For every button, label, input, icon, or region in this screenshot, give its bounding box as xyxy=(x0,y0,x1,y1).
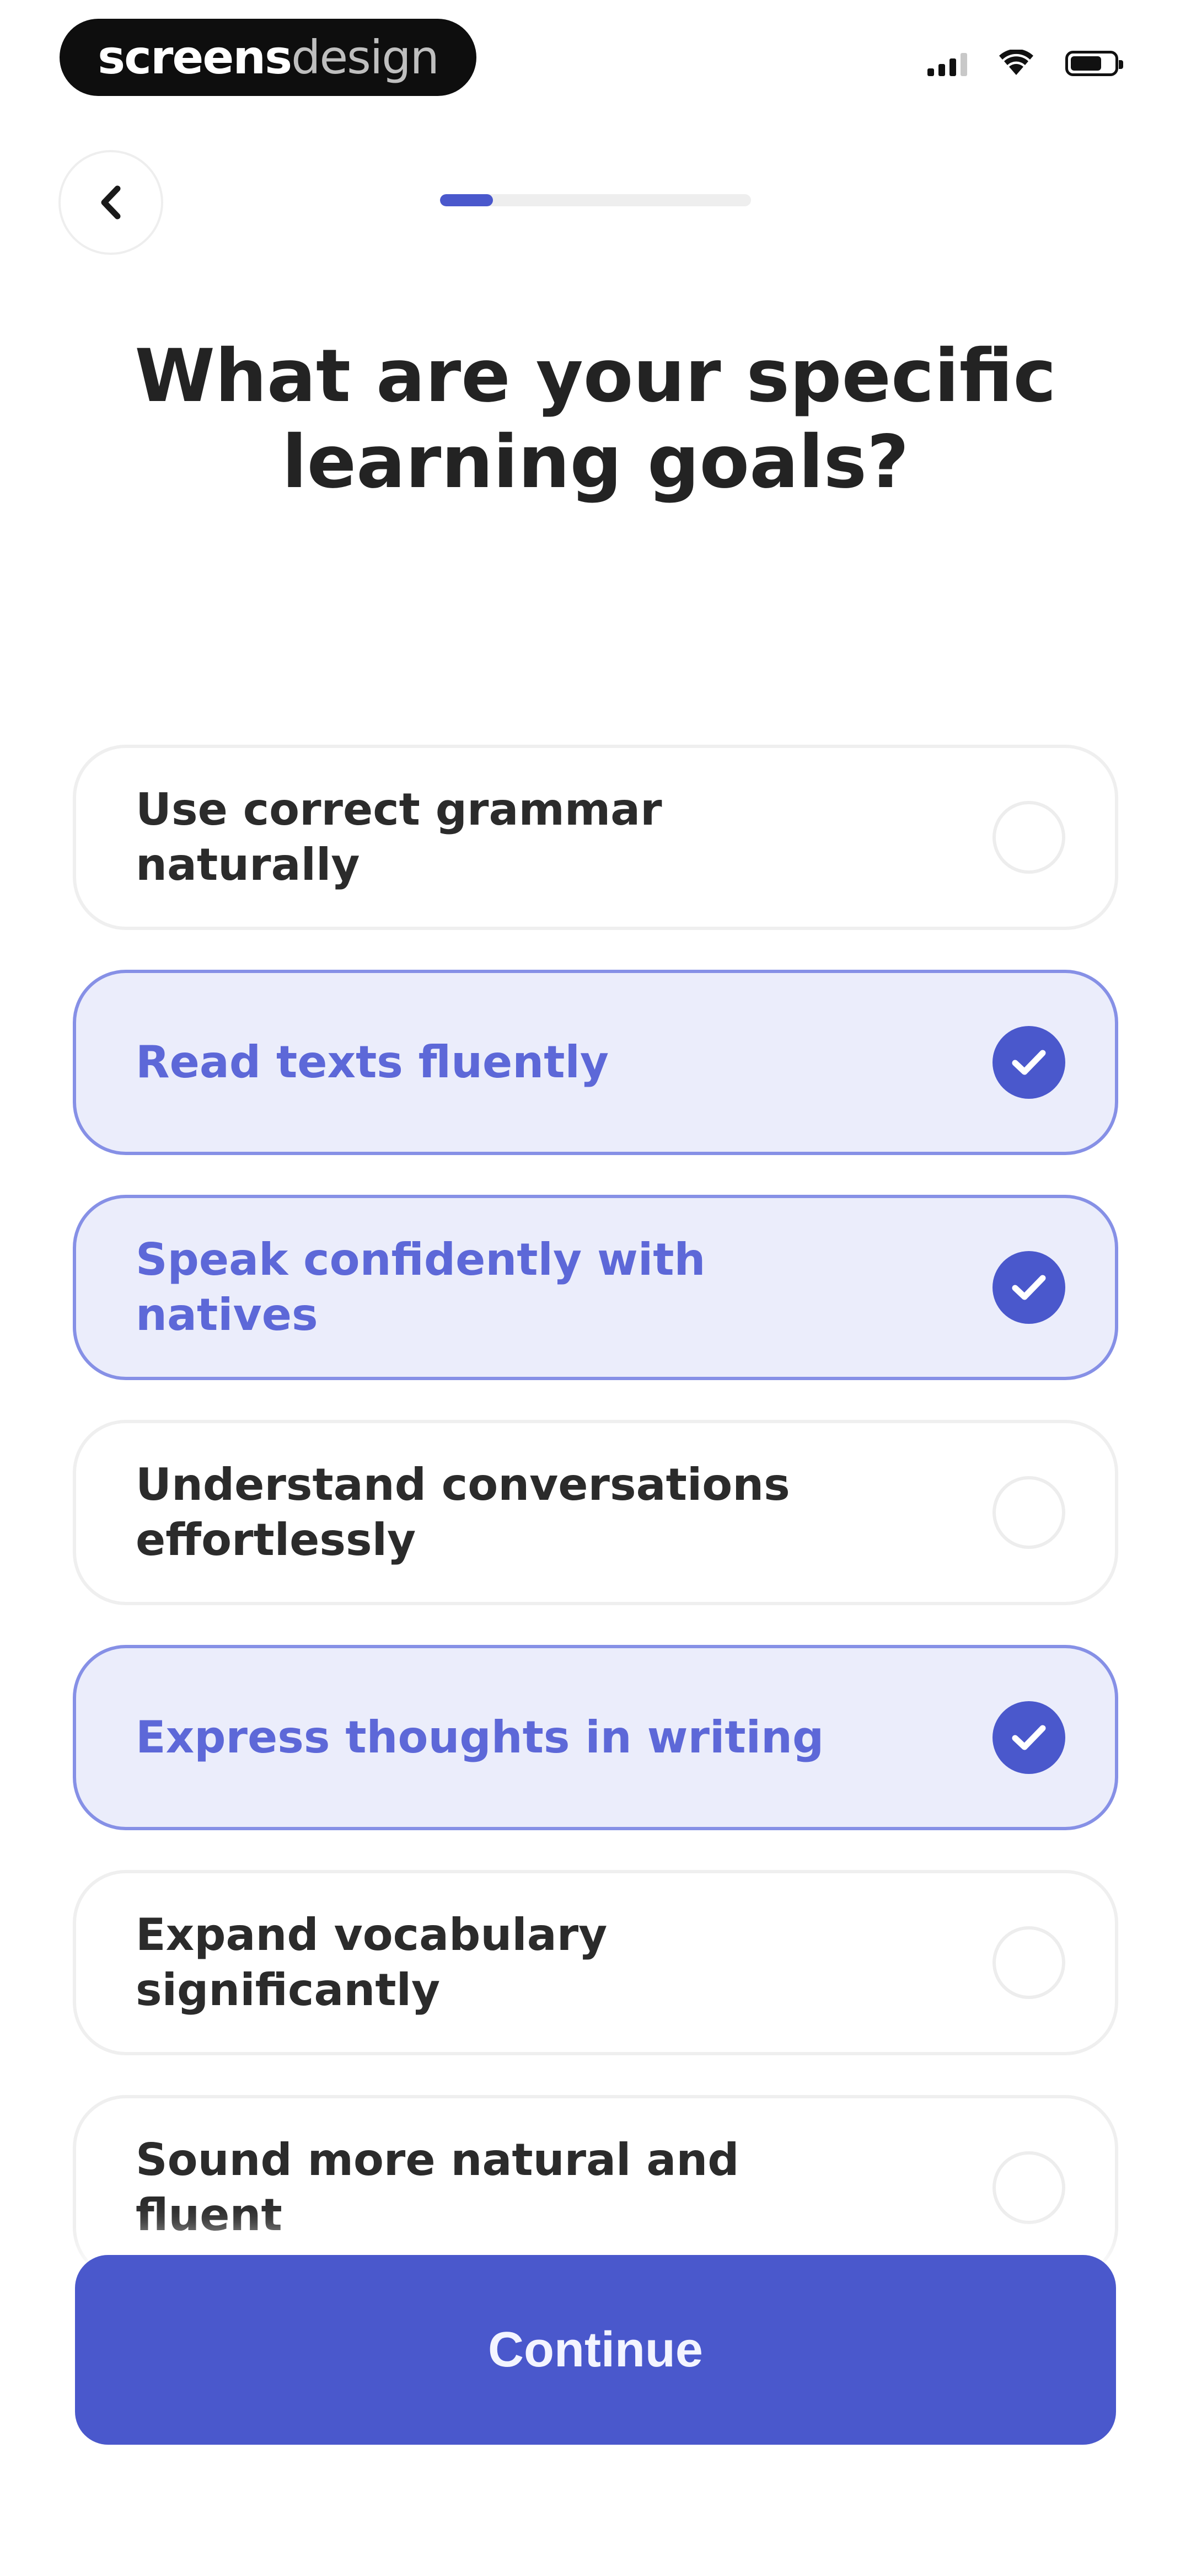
brand-light-text: design xyxy=(291,30,439,84)
goal-option-check xyxy=(993,1251,1065,1324)
goal-option[interactable]: Use correct grammar naturally xyxy=(73,745,1118,930)
goal-option[interactable]: Express thoughts in writing xyxy=(73,1645,1118,1830)
chevron-left-icon xyxy=(101,185,121,220)
goal-option-check xyxy=(993,1701,1065,1774)
goal-option-label: Read texts fluently xyxy=(136,1036,609,1088)
goal-option-check xyxy=(993,801,1065,874)
check-icon xyxy=(1012,1725,1046,1750)
goal-option-label: Speak confidently with natives xyxy=(136,1234,706,1340)
goal-option[interactable]: Read texts fluently xyxy=(73,970,1118,1155)
goal-option-label: Express thoughts in writing xyxy=(136,1712,824,1763)
goal-option[interactable]: Expand vocabulary significantly xyxy=(73,1870,1118,2055)
continue-button[interactable]: Continue xyxy=(75,2255,1116,2445)
wifi-icon xyxy=(998,50,1034,76)
check-icon xyxy=(1012,1050,1046,1075)
status-icons xyxy=(927,50,1123,76)
check-icon xyxy=(1012,1275,1046,1300)
brand-bold-text: screens xyxy=(98,30,292,84)
brand-watermark: screens design xyxy=(60,19,476,96)
goal-option-check xyxy=(993,1926,1065,1999)
goal-option-label: Sound more natural and fluent xyxy=(136,2134,739,2241)
goal-option[interactable]: Sound more natural and fluent xyxy=(73,2095,1118,2280)
battery-icon xyxy=(1065,51,1123,76)
goal-option-label: Expand vocabulary significantly xyxy=(136,1909,608,2016)
back-button[interactable] xyxy=(58,150,163,255)
goal-option-label: Understand conversations effortlessly xyxy=(136,1459,790,1565)
goal-option-check xyxy=(993,2151,1065,2224)
goal-option-check xyxy=(993,1476,1065,1549)
goal-option[interactable]: Understand conversations effortlessly xyxy=(73,1420,1118,1605)
page-title: What are your specific learning goals? xyxy=(135,334,1056,505)
goal-options-list: Use correct grammar naturally Read texts… xyxy=(73,745,1118,2320)
goal-option-check xyxy=(993,1026,1065,1099)
goal-option[interactable]: Speak confidently with natives xyxy=(73,1195,1118,1380)
goal-option-label: Use correct grammar naturally xyxy=(136,784,662,890)
signal-icon xyxy=(927,52,967,76)
progress-bar-fill xyxy=(440,194,493,206)
progress-bar xyxy=(440,194,751,206)
